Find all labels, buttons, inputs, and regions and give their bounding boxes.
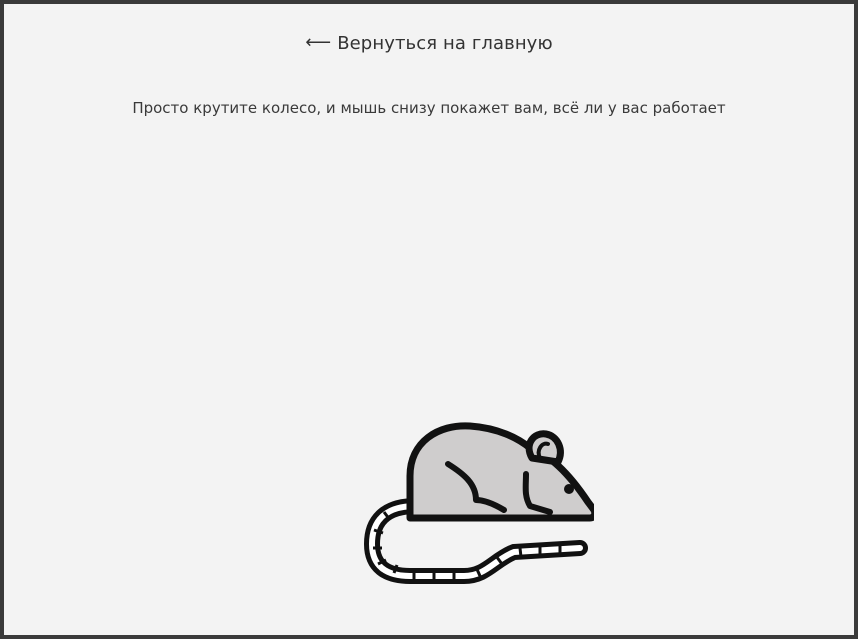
arrow-left-icon: ⟵ [305,32,332,53]
page-frame: ⟵ Вернуться на главную Просто крутите кол… [4,4,854,635]
mouse-body [406,422,594,522]
back-to-home-link[interactable]: ⟵ Вернуться на главную [4,32,854,54]
instruction-text: Просто крутите колесо, и мышь снизу пока… [132,99,726,117]
mouse-icon [364,422,594,584]
mouse-eye [564,484,574,494]
mouse-ear [525,430,564,466]
back-link-label: Вернуться на главную [337,33,553,54]
